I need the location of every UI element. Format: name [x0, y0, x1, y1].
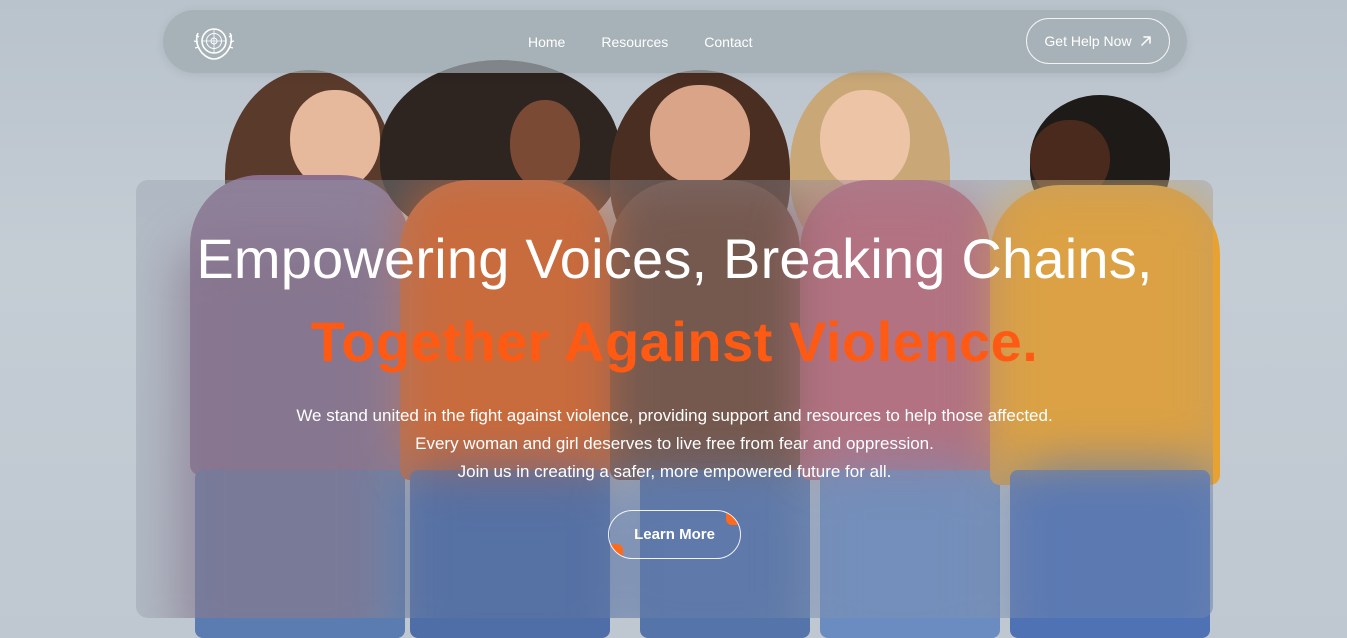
button-corner-accent	[609, 544, 623, 558]
learn-more-button[interactable]: Learn More	[608, 510, 741, 559]
nav-links: Home Resources Contact	[528, 10, 753, 73]
un-emblem-icon[interactable]	[189, 20, 239, 64]
hero-card: Empowering Voices, Breaking Chains, Toge…	[136, 180, 1213, 618]
hero-description: We stand united in the fight against vio…	[296, 402, 1052, 486]
hero-headline: Empowering Voices, Breaking Chains,	[196, 227, 1153, 290]
learn-more-label: Learn More	[634, 526, 715, 543]
get-help-now-label: Get Help Now	[1044, 33, 1132, 49]
hero-content: Empowering Voices, Breaking Chains, Toge…	[136, 180, 1213, 618]
nav-link-contact[interactable]: Contact	[704, 34, 752, 50]
arrow-up-right-icon	[1140, 36, 1151, 46]
hero-subheadline: Together Against Violence.	[310, 310, 1039, 373]
top-navbar: Home Resources Contact Get Help Now	[163, 10, 1187, 73]
description-line: Every woman and girl deserves to live fr…	[415, 434, 934, 453]
nav-link-resources[interactable]: Resources	[601, 34, 668, 50]
description-line: Join us in creating a safer, more empowe…	[457, 462, 892, 481]
description-line: We stand united in the fight against vio…	[296, 406, 1053, 425]
nav-link-home[interactable]: Home	[528, 34, 565, 50]
get-help-now-button[interactable]: Get Help Now	[1026, 18, 1170, 64]
button-corner-accent	[726, 511, 740, 525]
